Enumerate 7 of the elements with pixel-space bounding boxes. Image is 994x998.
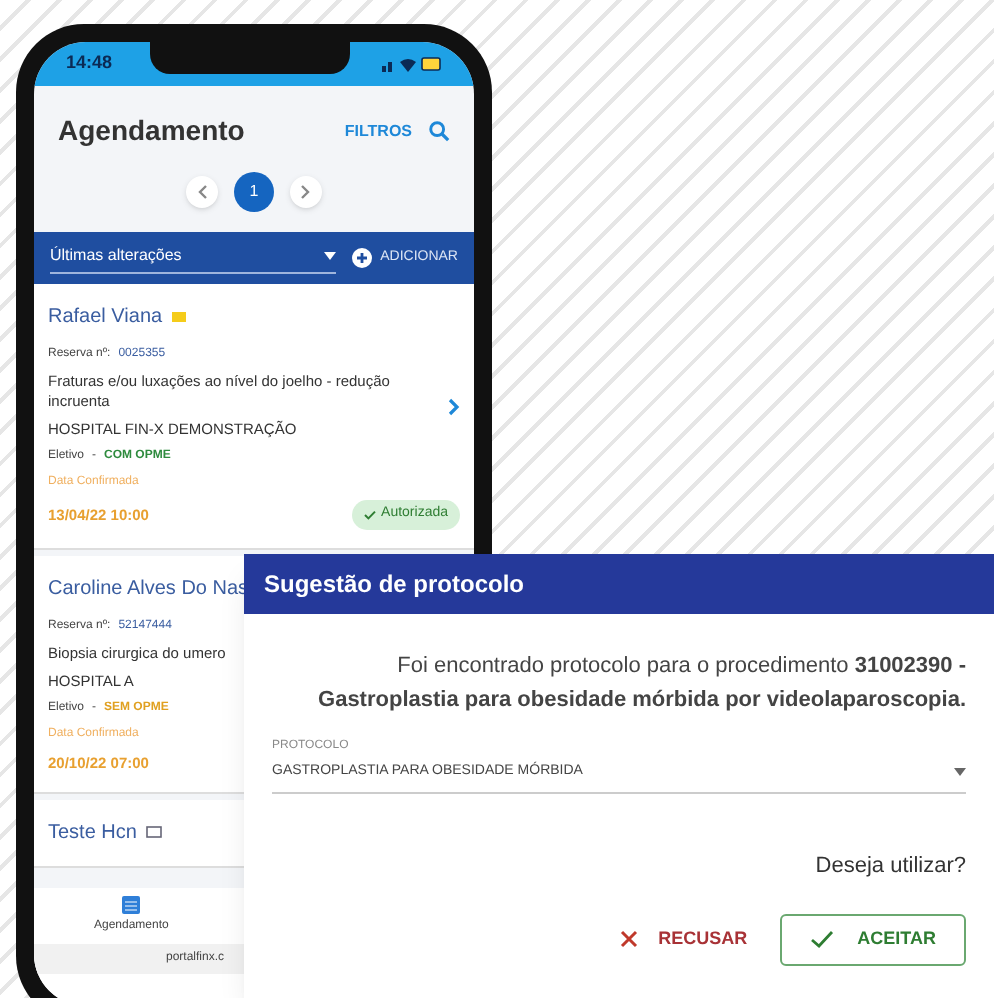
dialog-title: Sugestão de protocolo	[264, 568, 525, 602]
status-time: 14:48	[66, 50, 113, 77]
question-text: Deseja utilizar?	[815, 851, 966, 881]
patient-name: Rafael Viana	[48, 304, 163, 332]
patient-name: Teste Hcn	[48, 820, 137, 849]
page-title: Agendamento	[58, 112, 245, 150]
dialog-message: Foi encontrado protocolo para o procedimento 31002390 - Gastroplastia para obesidade mórbida por videolaparoscopia.	[316, 652, 966, 716]
